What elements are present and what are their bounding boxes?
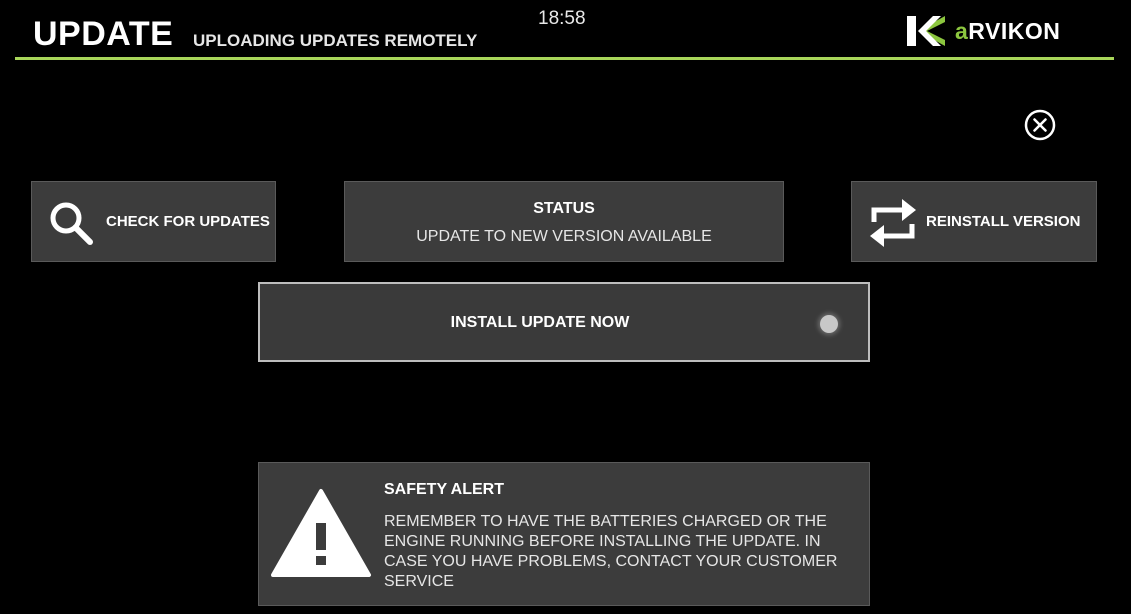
close-button[interactable] — [1023, 108, 1057, 142]
warning-triangle-icon — [271, 489, 371, 577]
search-icon — [50, 202, 93, 245]
page-subtitle: UPLOADING UPDATES REMOTELY — [193, 31, 478, 50]
brand-name-rest: RVIKON — [968, 17, 1061, 44]
install-indicator-dot — [820, 315, 838, 333]
brand-logo-mark-icon — [907, 16, 945, 46]
safety-alert-heading: SAFETY ALERT — [384, 481, 505, 498]
safety-alert-message: REMEMBER TO HAVE THE BATTERIES CHARGED O… — [384, 513, 838, 590]
clock: 18:58 — [538, 8, 586, 29]
close-circle-icon — [1024, 109, 1056, 141]
status-panel: STATUS UPDATE TO NEW VERSION AVAILABLE — [344, 181, 784, 262]
header-divider — [15, 57, 1114, 60]
check-for-updates-button[interactable]: CHECK FOR UPDATES — [31, 181, 276, 262]
install-update-now-button[interactable]: INSTALL UPDATE NOW — [258, 282, 870, 362]
install-update-now-label: INSTALL UPDATE NOW — [450, 314, 630, 331]
safety-alert-panel: SAFETY ALERT REMEMBER TO HAVE THE BATTER… — [258, 462, 870, 606]
reinstall-version-label: REINSTALL VERSION — [926, 213, 1081, 230]
check-for-updates-label: CHECK FOR UPDATES — [106, 213, 270, 230]
brand-logo: aRVIKON — [905, 12, 1060, 50]
status-heading: STATUS — [533, 200, 595, 217]
page-title: UPDATE — [33, 15, 174, 53]
brand-name: aRVIKON — [955, 18, 1060, 45]
status-value: UPDATE TO NEW VERSION AVAILABLE — [416, 228, 712, 245]
swap-arrows-icon — [870, 199, 916, 247]
reinstall-version-button[interactable]: REINSTALL VERSION — [851, 181, 1097, 262]
brand-accent-letter: a — [955, 17, 969, 44]
header-bar: UPDATE UPLOADING UPDATES REMOTELY 18:58 … — [0, 0, 1131, 60]
